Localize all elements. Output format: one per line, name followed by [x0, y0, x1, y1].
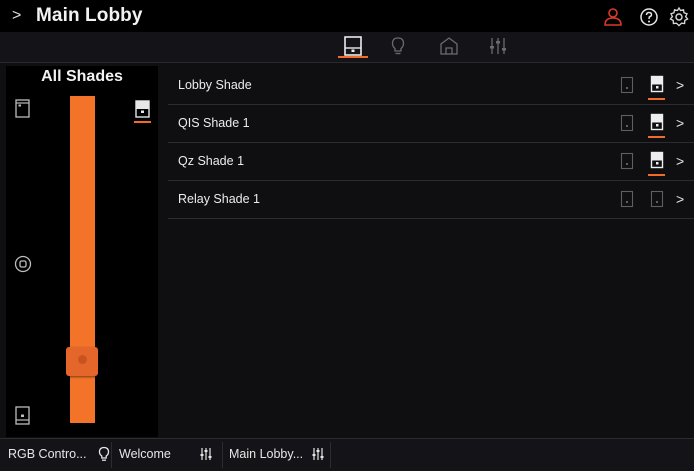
sliders-icon — [312, 448, 324, 460]
shade-preset-icon[interactable] — [650, 75, 664, 93]
tab-scenes[interactable] — [433, 33, 465, 59]
footer-tab-main-lobby[interactable]: Main Lobby... — [229, 439, 325, 469]
footer-divider — [222, 442, 223, 468]
shade-open-icon[interactable] — [620, 76, 634, 94]
footer-divider — [330, 442, 331, 468]
shade-preset-icon[interactable] — [650, 190, 664, 208]
shade-open-icon[interactable] — [620, 114, 634, 132]
sliders-icon — [490, 38, 506, 54]
gear-icon[interactable] — [668, 6, 690, 28]
list-item[interactable] — [168, 142, 694, 181]
chevron-right-icon[interactable]: > — [676, 115, 688, 131]
chevron-right-icon[interactable]: > — [676, 191, 688, 207]
slider-thumb-grip — [78, 355, 87, 364]
bulb-icon — [391, 37, 405, 55]
help-icon[interactable] — [638, 6, 660, 28]
tab-controls[interactable] — [482, 33, 514, 59]
footer-divider — [111, 442, 112, 468]
room-title[interactable]: Main Lobby — [36, 4, 143, 28]
footer-tab-welcome[interactable]: Welcome — [119, 439, 213, 469]
shade-name: QIS Shade 1 — [178, 116, 250, 130]
shade-name: Qz Shade 1 — [178, 154, 245, 168]
preset-active-indicator — [134, 121, 151, 123]
bulb-icon — [98, 446, 109, 461]
tab-shades-indicator — [338, 56, 368, 58]
home-icon — [440, 37, 458, 55]
shade-stop-icon[interactable] — [13, 254, 33, 276]
chevron-right-icon[interactable]: > — [676, 153, 688, 169]
sliders-icon — [200, 448, 212, 460]
preset-active-indicator — [648, 136, 665, 138]
shade-preset-icon[interactable] — [133, 99, 153, 121]
chevron-right-icon[interactable]: > — [676, 77, 688, 93]
footer-tab-label: Welcome — [119, 447, 171, 461]
footer-tab-label: RGB Contro... — [8, 447, 87, 461]
room-chevron-icon[interactable]: > — [12, 6, 26, 26]
shade-open-icon[interactable] — [620, 152, 634, 170]
shade-open-icon[interactable] — [620, 190, 634, 208]
footer-tab-rgb[interactable]: RGB Contro... — [8, 439, 111, 469]
preset-active-indicator — [648, 98, 665, 100]
shade-preset-icon[interactable] — [650, 151, 664, 169]
tab-lights[interactable] — [382, 33, 414, 59]
footer-tab-label: Main Lobby... — [229, 447, 304, 461]
shade-preset-icon[interactable] — [650, 113, 664, 131]
all-shades-title: All Shades — [41, 68, 123, 85]
shade-name: Relay Shade 1 — [178, 192, 261, 206]
shade-name: Lobby Shade — [178, 78, 252, 92]
preset-active-indicator — [648, 174, 665, 176]
shade-close-icon[interactable] — [13, 405, 33, 427]
shade-icon — [344, 36, 362, 56]
user-icon[interactable] — [602, 6, 624, 28]
shade-open-icon[interactable] — [13, 98, 33, 120]
